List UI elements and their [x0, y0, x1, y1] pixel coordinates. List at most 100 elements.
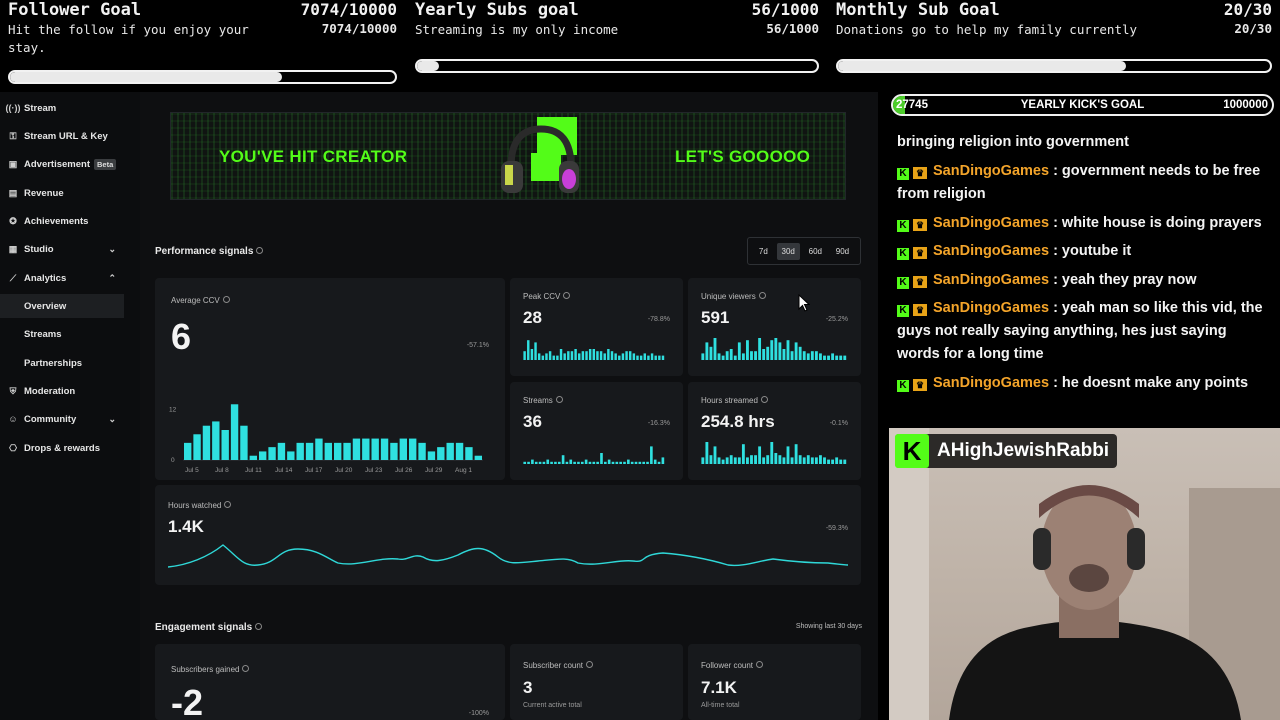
ccv-bar: [296, 442, 304, 460]
sidebar-item-analytics[interactable]: ⟋ Analytics ⌃: [0, 266, 124, 290]
sparkline-bar: [611, 461, 615, 464]
sidebar-item-community[interactable]: ☺ Community ⌄: [0, 407, 124, 431]
sparkline-bar: [661, 457, 665, 464]
sidebar-item-label: Drops & rewards: [24, 442, 101, 454]
range-60d[interactable]: 60d: [804, 243, 827, 260]
sparkline-bar: [733, 355, 737, 360]
subscribers-gained-card[interactable]: Subscribers gained -2 -100%: [155, 644, 505, 720]
sparkline-bar: [709, 346, 713, 360]
sparkline-bar: [819, 353, 822, 360]
sidebar-item-moderation[interactable]: ⛨ Moderation: [0, 379, 124, 403]
goal-progress-bar: [8, 70, 397, 84]
ccv-bar: [212, 421, 220, 460]
peak-ccv-card[interactable]: Peak CCV 28 -78.8%: [510, 278, 683, 376]
sidebar-item-streams[interactable]: Streams: [0, 322, 124, 346]
sparkline-bar: [646, 461, 649, 464]
sidebar-item-overview[interactable]: Overview: [0, 294, 124, 318]
streams-card[interactable]: Streams 36 -16.3%: [510, 382, 683, 480]
sidebar-item-advertisement[interactable]: ▣ Advertisement Beta: [0, 152, 124, 176]
sidebar-item-label: Revenue: [24, 187, 64, 199]
info-icon: [563, 292, 571, 299]
sparkline-bar: [721, 459, 725, 464]
range-30d[interactable]: 30d: [776, 242, 800, 260]
sidebar-item-partnerships[interactable]: Partnerships: [0, 351, 124, 375]
sparkline-bar: [810, 351, 814, 360]
ccv-bar: [230, 404, 239, 460]
sparkline-bar: [729, 349, 733, 360]
engagement-signals-title: Engagement signals: [155, 622, 263, 633]
sparkline-bar: [580, 461, 584, 464]
crown-badge-icon: ♛: [913, 379, 927, 391]
sparkline-bar: [721, 355, 725, 360]
sparkline-bar: [599, 351, 603, 360]
metric-label: Follower count: [701, 661, 764, 670]
sparkline-bar: [790, 457, 794, 464]
sparkline-bar: [542, 461, 546, 464]
streamer-name: AHighJewishRabbi: [937, 440, 1110, 461]
sparkline-bar: [537, 353, 541, 360]
metric-value: 1.4K: [168, 517, 204, 536]
sidebar-item-stream-url-key[interactable]: ⚿ Stream URL & Key: [0, 124, 124, 148]
engagement-note: Showing last 30 days: [795, 623, 862, 630]
chat-username[interactable]: SanDingoGames: [933, 215, 1049, 231]
sparkline-bar: [548, 351, 552, 360]
sidebar-item-achievements[interactable]: ✪ Achievements: [0, 209, 124, 233]
chat-username[interactable]: SanDingoGames: [933, 163, 1049, 179]
sparkline-bar: [794, 444, 798, 464]
streamer-silhouette: [889, 428, 1280, 720]
monthly-sub-goal-widget: Monthly Sub Goal 20/30 Donations go to h…: [828, 0, 1280, 88]
unique-viewers-card[interactable]: Unique viewers 591 -25.2%: [688, 278, 861, 376]
sparkline-bar: [556, 355, 559, 360]
metric-delta: -57.1%: [466, 342, 489, 349]
chat-message: K ♛ SanDingoGames : yeah they pray now: [897, 269, 1273, 292]
info-icon[interactable]: [255, 623, 263, 630]
range-7d[interactable]: 7d: [754, 243, 773, 260]
sparkline-bar: [701, 457, 705, 464]
sidebar-item-stream[interactable]: ((·)) Stream: [0, 96, 124, 120]
ccv-bar: [268, 447, 276, 460]
info-icon[interactable]: [256, 247, 264, 254]
webcam-feed: K AHighJewishRabbi: [889, 428, 1280, 720]
hours-watched-card[interactable]: Hours watched 1.4K -59.3%: [155, 485, 861, 585]
chat-username[interactable]: SanDingoGames: [933, 300, 1049, 316]
sparkline-bar: [741, 444, 745, 464]
sparkline-bar: [831, 353, 835, 360]
kick-logo-icon: K: [895, 434, 929, 468]
sidebar-item-drops-rewards[interactable]: ⎔ Drops & rewards: [0, 436, 124, 460]
chat-username[interactable]: SanDingoGames: [933, 243, 1049, 259]
sparkline-bar: [725, 457, 729, 464]
sparkline-bar: [746, 457, 749, 464]
x-tick-label: Jul 17: [305, 467, 323, 474]
goal-title: Yearly Subs goal: [415, 0, 579, 20]
chat-panel: bringing religion into government K ♛ SanD…: [889, 118, 1280, 428]
range-90d[interactable]: 90d: [831, 243, 854, 260]
yearly-kick-goal-bar: 27745 YEARLY KICK'S GOAL 1000000: [891, 94, 1274, 116]
kick-badge-icon: K: [897, 277, 909, 289]
chat-username[interactable]: SanDingoGames: [933, 375, 1049, 391]
sparkline-bar: [607, 459, 611, 464]
sparkline-bar: [770, 340, 774, 360]
mouse-cursor-icon: [798, 294, 810, 312]
ccv-bar: [352, 438, 361, 460]
info-icon: [224, 501, 232, 508]
follower-count-card[interactable]: Follower count 7.1K All-time total: [688, 644, 861, 720]
ccv-bar: [259, 451, 267, 460]
sparkline-bar: [766, 346, 770, 360]
shield-icon: ⛨: [9, 385, 17, 396]
sparkline-bar: [827, 355, 830, 360]
metric-label: Streams: [523, 396, 563, 405]
sidebar-item-label: Partnerships: [24, 357, 83, 369]
subscriber-count-card[interactable]: Subscriber count 3 Current active total: [510, 644, 683, 720]
hours-streamed-card[interactable]: Hours streamed 254.8 hrs -0.1%: [688, 382, 861, 480]
chat-username[interactable]: SanDingoGames: [933, 272, 1049, 288]
kick-badge-icon: K: [897, 380, 909, 392]
average-ccv-card[interactable]: Average CCV 6 -57.1% 12 0 Jul 5 Jul 8 Jul 11…: [155, 278, 505, 480]
sparkline-bar: [778, 342, 782, 360]
x-tick-label: Jul 20: [335, 467, 353, 474]
sidebar-item-revenue[interactable]: ▤ Revenue: [0, 181, 124, 205]
ccv-bar: [277, 442, 286, 460]
sparkline-bar: [561, 455, 565, 464]
sidebar-item-studio[interactable]: ▦ Studio ⌄: [0, 237, 124, 261]
ccv-bar: [380, 438, 389, 460]
metric-delta: -0.1%: [829, 420, 848, 427]
